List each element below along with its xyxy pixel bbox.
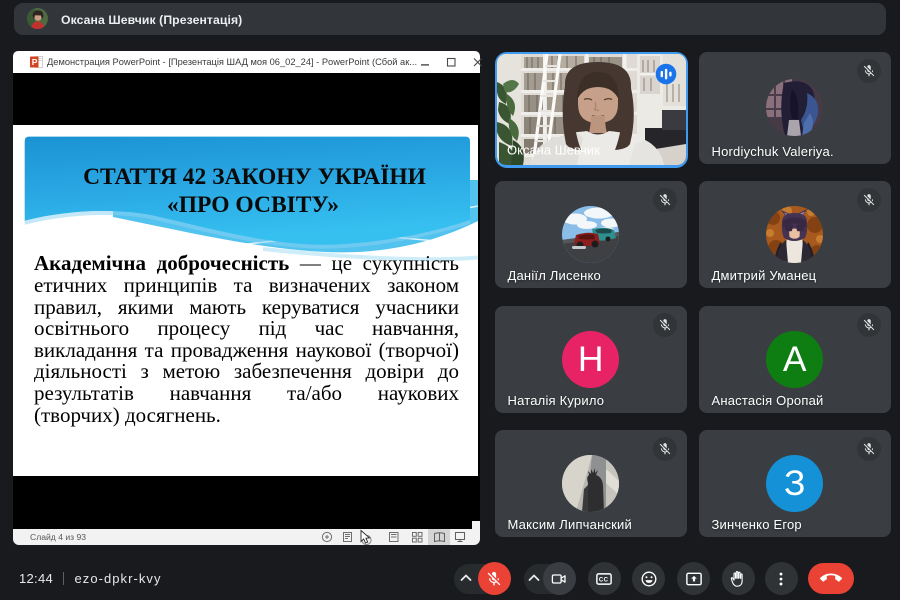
svg-text:CC: CC: [599, 577, 609, 583]
svg-text:Оксана Шевчик: Оксана Шевчик: [507, 143, 600, 158]
svg-text:P: P: [32, 57, 38, 67]
